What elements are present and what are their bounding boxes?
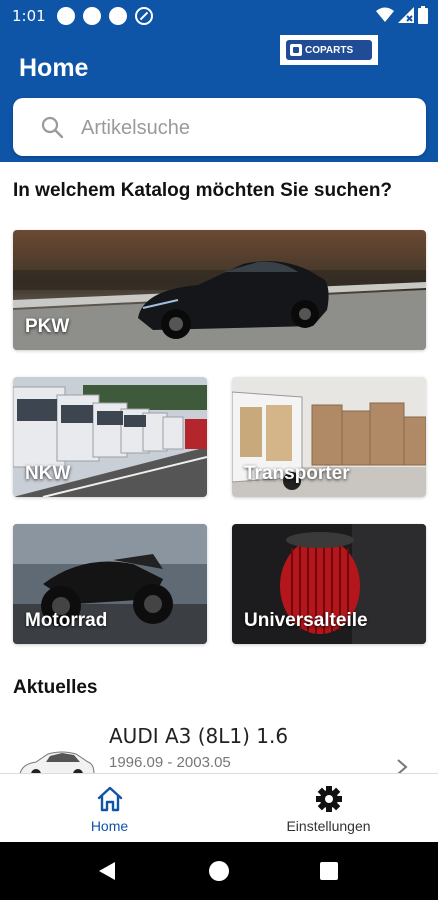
notification-icon (57, 7, 75, 25)
news-item-title: AUDI A3 (8L1) 1.6 (109, 724, 289, 748)
search-placeholder: Artikelsuche (81, 117, 190, 139)
logo-text: COPARTS (305, 44, 354, 56)
catalog-heading: In welchem Katalog möchten Sie suchen? (13, 180, 393, 201)
tile-label: Universalteile (244, 610, 368, 631)
home-icon (97, 786, 122, 812)
tile-label: PKW (25, 316, 70, 337)
news-list-item[interactable]: AUDI A3 (8L1) 1.6 1996.09 - 2003.05 (0, 712, 438, 774)
notification-icon (83, 7, 101, 25)
system-navigation-bar (0, 842, 438, 900)
tile-label: NKW (25, 463, 71, 484)
catalog-tile-motorrad[interactable]: Motorrad (13, 524, 207, 644)
nav-label-settings: Einstellungen (286, 818, 371, 834)
chevron-right-icon (397, 759, 408, 774)
page-title: Home (19, 54, 89, 82)
search-input[interactable]: Artikelsuche (13, 98, 426, 156)
nav-label-home: Home (90, 818, 129, 834)
catalog-tile-transporter[interactable]: Transporter (232, 377, 426, 497)
status-bar: 1:01 (0, 0, 438, 32)
car-thumbnail (19, 751, 95, 774)
catalog-tile-universalteile[interactable]: Universalteile (232, 524, 426, 644)
tile-label: Transporter (244, 463, 350, 484)
nav-item-settings[interactable]: Einstellungen (219, 774, 438, 843)
pkw-image (13, 230, 426, 350)
recent-apps-icon[interactable] (320, 862, 338, 880)
gear-icon (315, 786, 342, 812)
coparts-logo: COPARTS (280, 35, 378, 65)
news-item-years: 1996.09 - 2003.05 (109, 754, 231, 771)
search-icon (41, 116, 63, 138)
do-not-disturb-icon (135, 7, 153, 25)
tile-label: Motorrad (25, 610, 108, 631)
nav-item-home[interactable]: Home (0, 774, 219, 843)
wifi-icon (376, 7, 394, 22)
app-header: Home COPARTS Artikelsuche (0, 32, 438, 162)
news-heading: Aktuelles (13, 677, 98, 698)
notification-icon (109, 7, 127, 25)
bottom-navigation: Home Einstellungen (0, 773, 438, 842)
signal-icon (398, 7, 414, 23)
battery-icon (418, 6, 428, 24)
logo-mark-icon (290, 44, 302, 56)
status-time: 1:01 (12, 7, 46, 25)
catalog-tile-nkw[interactable]: NKW (13, 377, 207, 497)
catalog-tile-pkw[interactable]: PKW (13, 230, 426, 350)
home-button-icon[interactable] (209, 861, 229, 881)
back-icon[interactable] (99, 862, 115, 880)
